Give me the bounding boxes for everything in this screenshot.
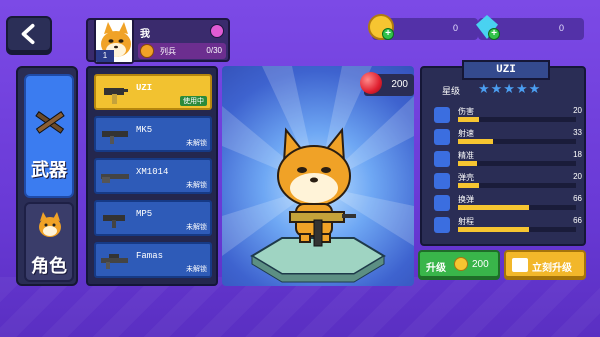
- character-preview: [222, 66, 414, 286]
- dog-face-icon: [39, 212, 61, 237]
- stat-bar: [458, 117, 576, 122]
- rank-progress: 0/30: [206, 46, 222, 55]
- player-profile[interactable]: 1 我 列兵 0/30: [86, 18, 230, 64]
- stat-bar-fill: [458, 183, 480, 188]
- instant-upgrade-label: 立刻升级: [532, 263, 572, 274]
- player-name: 我: [140, 29, 150, 40]
- famas-icon: [101, 254, 128, 269]
- rank-bar: 列兵 0/30: [138, 43, 226, 59]
- tab-characters[interactable]: 角色: [24, 202, 74, 282]
- upgrade-label: 升级: [426, 263, 446, 274]
- upgrade-button[interactable]: 升级 200: [418, 250, 500, 278]
- arrow-left-icon: [21, 23, 35, 45]
- stat-bar: [458, 139, 576, 144]
- tab-weapons-label: 武器: [31, 160, 67, 180]
- price-value: 200: [391, 79, 408, 90]
- guns-icon: [35, 111, 65, 134]
- shotgun-icon: [101, 174, 129, 183]
- tab-weapons[interactable]: 武器: [24, 74, 74, 198]
- star-label: 星级: [442, 86, 461, 96]
- upgrade-cost: 200: [472, 259, 489, 270]
- crosshair-icon: [434, 151, 450, 167]
- stat-value: 18: [573, 150, 582, 159]
- stat-bar: [458, 183, 576, 188]
- weapon-name: MP5: [136, 209, 153, 219]
- add-gems-icon[interactable]: +: [488, 28, 500, 40]
- category-tabs: 武器 角色: [16, 66, 78, 286]
- reload-icon: [434, 195, 450, 211]
- gear-icon[interactable]: [210, 24, 224, 38]
- stat-value: 33: [573, 128, 582, 137]
- rank-name: 列兵: [160, 47, 176, 56]
- gem-counter[interactable]: + 0: [476, 15, 584, 40]
- stat-value: 20: [573, 172, 582, 181]
- stat-row-range: 射程 66: [432, 216, 582, 236]
- stat-label: 换弹: [458, 195, 474, 204]
- add-coins-icon[interactable]: +: [382, 28, 394, 40]
- avatar[interactable]: 1: [94, 18, 134, 64]
- fire-rate-icon: [434, 129, 450, 145]
- stat-row-fire-rate: 射速 33: [432, 128, 582, 148]
- mk5-icon: [102, 131, 128, 144]
- stat-bar: [458, 205, 576, 210]
- uzi-icon: [104, 88, 128, 104]
- weapon-status: 未解锁: [186, 224, 207, 231]
- weapon-name: Famas: [136, 251, 164, 261]
- mp5-icon: [103, 215, 125, 228]
- coin-icon: [454, 257, 468, 271]
- stat-bar-fill: [458, 139, 494, 144]
- stat-row-accuracy: 精准 18: [432, 150, 582, 170]
- weapon-name: UZI: [136, 83, 153, 93]
- stat-row-reload: 换弹 66: [432, 194, 582, 214]
- stat-value: 66: [573, 216, 582, 225]
- stat-label: 射速: [458, 129, 474, 138]
- range-icon: [434, 217, 450, 233]
- weapon-status: 未解锁: [186, 182, 207, 189]
- level-badge: 1: [96, 50, 114, 62]
- stat-value: 66: [573, 194, 582, 203]
- stats-panel: UZI 星级 ★★★★★ 伤害 20 射速 33 精准 18 弹壳 20 换弹 …: [420, 60, 586, 246]
- video-icon: [512, 258, 528, 272]
- coin-counter[interactable]: + 0: [368, 14, 478, 40]
- stat-bar: [458, 227, 576, 232]
- stat-bar-fill: [458, 227, 529, 232]
- red-ball-icon: [360, 72, 382, 94]
- stat-label: 射程: [458, 217, 474, 226]
- stat-label: 弹壳: [458, 173, 474, 182]
- coin-value: 0: [452, 23, 458, 33]
- stat-value: 20: [573, 106, 582, 115]
- instant-upgrade-button[interactable]: 立刻升级: [504, 250, 586, 278]
- stat-label: 伤害: [458, 107, 474, 116]
- weapon-status: 未解锁: [186, 140, 207, 147]
- weapon-item-xm1014[interactable]: XM1014 未解锁: [94, 158, 212, 194]
- weapon-status: 未解锁: [186, 266, 207, 273]
- stat-bar-fill: [458, 205, 529, 210]
- weapon-item-famas[interactable]: Famas 未解锁: [94, 242, 212, 278]
- weapon-list: UZI 使用中 MK5 未解锁 XM1014 未解锁 MP5 未解锁 Famas…: [86, 66, 218, 286]
- back-button[interactable]: [6, 16, 52, 52]
- stat-bar-fill: [458, 117, 480, 122]
- weapon-status: 使用中: [180, 96, 207, 106]
- rank-icon: [140, 44, 154, 58]
- weapon-name: MK5: [136, 125, 153, 135]
- stat-row-magazine: 弹壳 20: [432, 172, 582, 192]
- stat-bar: [458, 161, 576, 166]
- dog-character: [277, 127, 356, 247]
- weapon-price: 200: [360, 72, 414, 96]
- stat-bar-fill: [458, 161, 477, 166]
- bullet-icon: [434, 173, 450, 189]
- weapon-item-mk5[interactable]: MK5 未解锁: [94, 116, 212, 152]
- weapon-item-uzi[interactable]: UZI 使用中: [94, 74, 212, 110]
- stat-label: 精准: [458, 151, 474, 160]
- damage-icon: [434, 107, 450, 123]
- tab-characters-label: 角色: [31, 256, 67, 276]
- weapon-title: UZI: [462, 60, 550, 80]
- stat-row-damage: 伤害 20: [432, 106, 582, 126]
- weapon-item-mp5[interactable]: MP5 未解锁: [94, 200, 212, 236]
- star-rating: ★★★★★: [478, 81, 542, 96]
- weapon-name: XM1014: [136, 167, 169, 177]
- gem-value: 0: [558, 23, 564, 33]
